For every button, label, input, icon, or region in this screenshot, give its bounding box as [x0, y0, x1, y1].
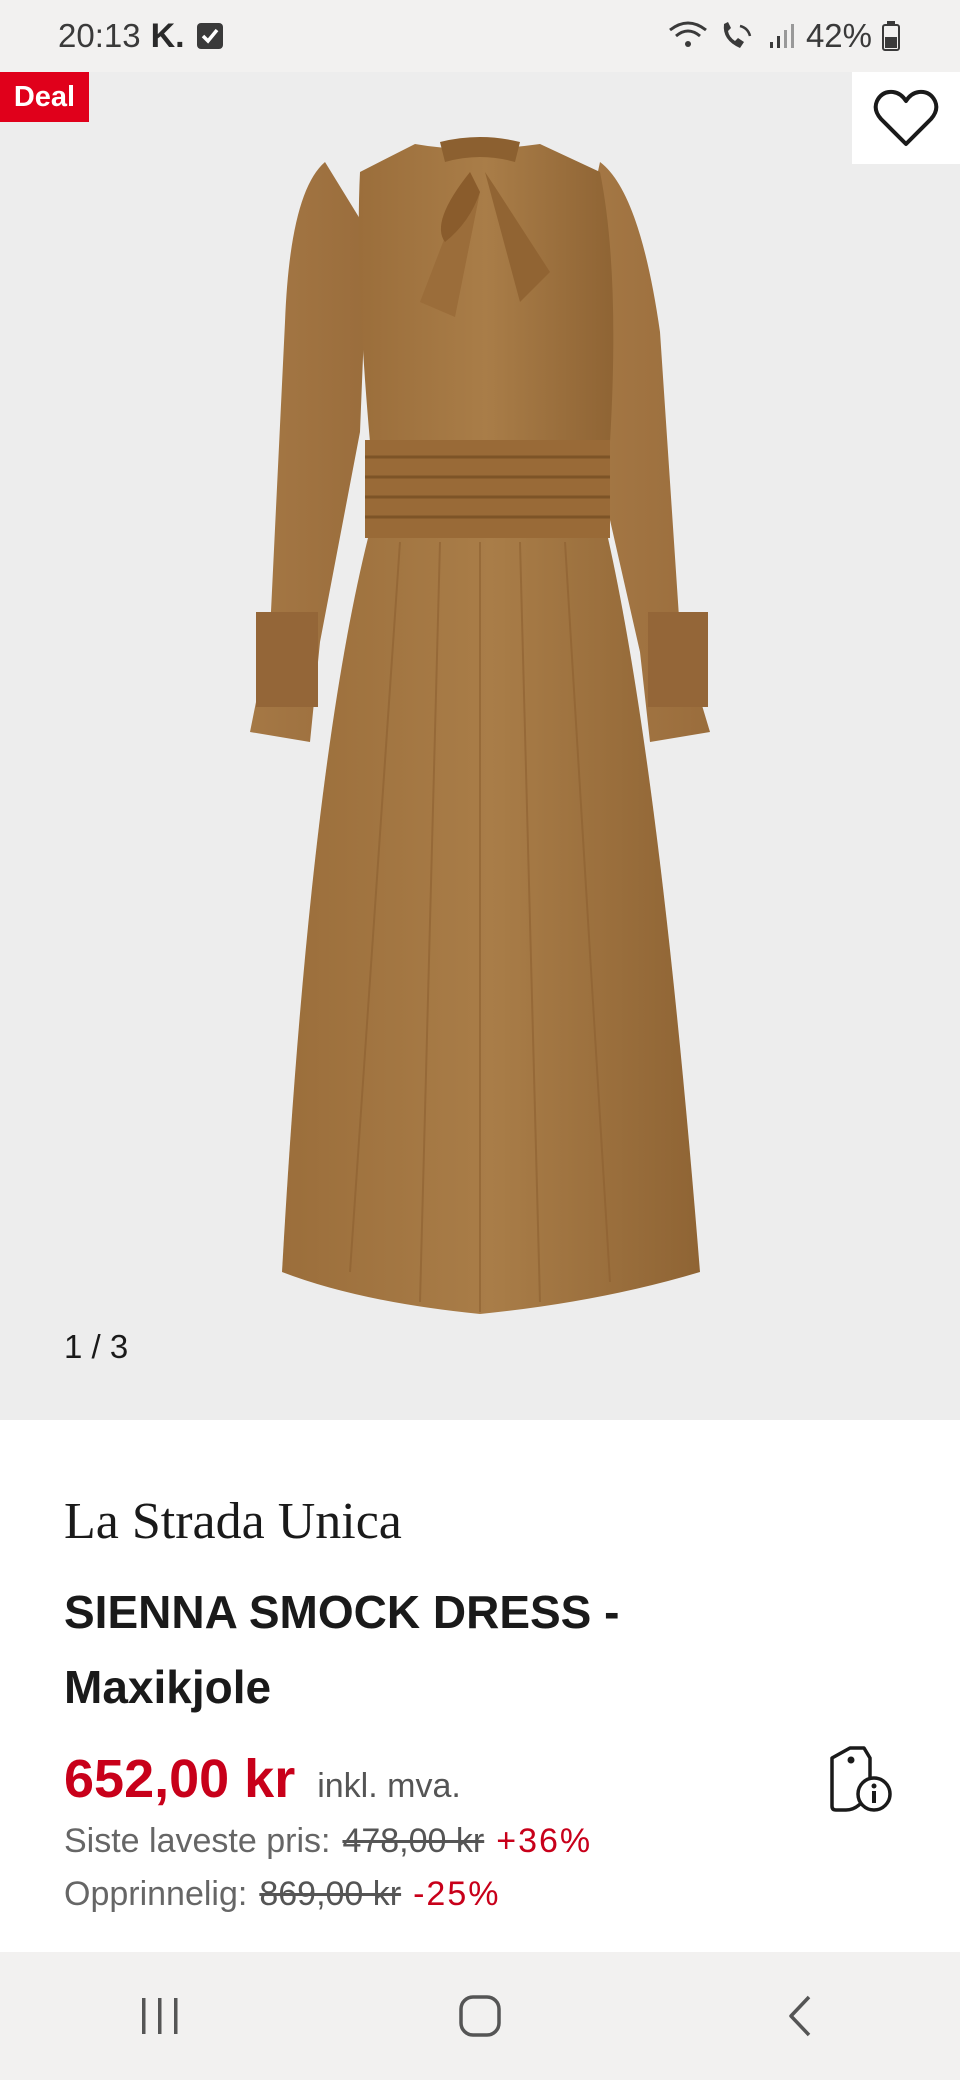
recents-icon	[142, 1998, 178, 2034]
app-notification-icon: K.	[150, 16, 185, 55]
check-box-icon	[195, 21, 225, 51]
original-price-line: Opprinnelig: 869,00 kr -25%	[64, 1875, 500, 1914]
battery-percent: 42%	[805, 17, 872, 54]
current-price: 652,00 kr	[64, 1749, 296, 1809]
wifi-call-icon	[718, 20, 758, 52]
original-price-label: Opprinnelig:	[64, 1875, 248, 1913]
lowest-price-label: Siste laveste pris:	[64, 1822, 331, 1860]
home-icon	[459, 1995, 501, 2037]
home-button[interactable]	[420, 1976, 540, 2056]
price-row: 652,00 kr inkl. mva.	[64, 1748, 461, 1810]
price-tag-info-icon	[830, 1746, 892, 1812]
lowest-price-change: +36%	[496, 1822, 593, 1860]
original-price-value: 869,00 kr	[259, 1875, 402, 1913]
back-icon	[789, 1995, 811, 2037]
brand-name[interactable]: La Strada Unica	[64, 1492, 402, 1551]
wifi-icon	[668, 20, 708, 52]
vat-note: inkl. mva.	[317, 1767, 461, 1805]
back-button[interactable]	[740, 1976, 860, 2056]
status-bar: 20:13 K. 42%	[0, 0, 960, 72]
product-title-line1: SIENNA SMOCK DRESS -	[64, 1586, 620, 1638]
product-image-gallery[interactable]: Deal 1 / 3	[0, 72, 960, 1420]
product-title-line2: Maxikjole	[64, 1661, 272, 1713]
discount-percent: -25%	[413, 1875, 501, 1913]
battery-icon	[882, 21, 900, 51]
system-nav-bar	[0, 1952, 960, 2080]
price-info-button[interactable]	[830, 1744, 894, 1814]
heart-icon	[873, 89, 939, 146]
recents-button[interactable]	[100, 1976, 220, 2056]
lowest-price-line: Siste laveste pris: 478,00 kr +36%	[64, 1822, 592, 1861]
image-counter: 1 / 3	[64, 1328, 129, 1365]
wishlist-button[interactable]	[852, 72, 960, 164]
lowest-price-value: 478,00 kr	[342, 1822, 485, 1860]
deal-badge: Deal	[0, 72, 89, 122]
product-image	[250, 137, 710, 1314]
clock: 20:13	[58, 17, 141, 54]
product-title: SIENNA SMOCK DRESS - Maxikjole	[64, 1575, 784, 1725]
signal-icon	[768, 22, 796, 50]
